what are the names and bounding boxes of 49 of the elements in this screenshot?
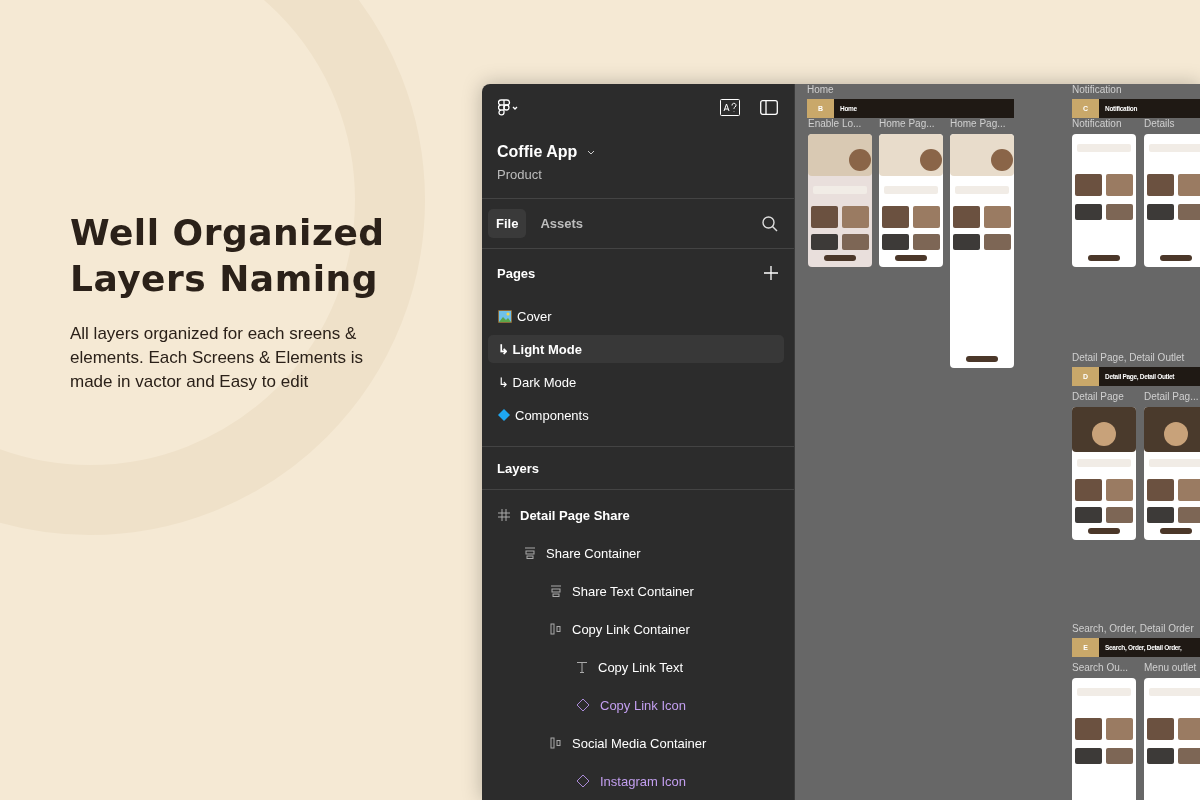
layer-item[interactable]: Copy Link Icon (482, 686, 794, 724)
page-item[interactable]: ↳ Light Mode (488, 335, 784, 364)
vertical-stack-icon (550, 585, 562, 597)
file-name: Coffie App (497, 143, 578, 162)
section-label: Notification (1072, 84, 1122, 95)
chevron-down-icon[interactable] (587, 149, 596, 155)
search-icon[interactable] (762, 215, 778, 232)
section-label: Search, Order, Detail Order (1072, 623, 1194, 634)
frame-label: Menu outlet (1144, 662, 1197, 673)
layer-item[interactable]: Social Media Container (482, 724, 794, 762)
hero-title: Well Organized Layers Naming (70, 211, 386, 301)
component-icon (498, 409, 510, 422)
picture-icon (498, 309, 512, 323)
frame-icon (498, 509, 510, 521)
diamond-icon (576, 698, 590, 712)
sidebar-tab[interactable]: File (488, 209, 527, 239)
frame-label: Search Ou... (1072, 662, 1129, 673)
sidebar-toggle-icon[interactable] (760, 100, 778, 116)
layer-item[interactable]: Copy Link Text (482, 648, 794, 686)
frame-label: Home Pag... (950, 118, 1006, 129)
layer-item[interactable]: Share Container (482, 534, 794, 572)
horizontal-stack-icon (550, 737, 562, 749)
layer-item[interactable]: Copy Link Container (482, 610, 794, 648)
logo-icon[interactable] (498, 98, 520, 117)
diamond-icon (576, 774, 590, 788)
section-label: Detail Page, Detail Outlet (1072, 352, 1185, 363)
frame-label: Notification (1072, 118, 1122, 129)
frame-label: Enable Lo... (808, 118, 862, 129)
layer-item[interactable]: Detail Page Share (482, 496, 794, 534)
horizontal-stack-icon (550, 623, 562, 635)
font-icon[interactable] (720, 99, 740, 117)
pages-heading: Pages (497, 265, 536, 281)
page-item[interactable]: Components (488, 401, 784, 430)
frame-label: Detail Pag... (1144, 391, 1199, 402)
frame-label: Detail Page (1072, 391, 1124, 402)
layer-item[interactable]: Instagram Icon (482, 762, 794, 800)
frame-label: Home Pag... (879, 118, 935, 129)
team-name: Product (497, 167, 543, 183)
layers-heading: Layers (497, 460, 539, 476)
vertical-stack-icon (524, 547, 536, 559)
page-item[interactable]: ↳ Dark Mode (488, 368, 784, 397)
frame-label: Details (1144, 118, 1175, 129)
hero-description: All layers organized for each sreens & elements. Each Screens & Elements is made in vactor and Easy to edit (70, 323, 364, 393)
text-icon (576, 661, 588, 673)
section-label: Home (807, 84, 834, 95)
sidebar-tab[interactable]: Assets (532, 209, 592, 239)
plus-icon[interactable] (764, 266, 778, 281)
layer-item[interactable]: Share Text Container (482, 572, 794, 610)
page-item[interactable]: Cover (488, 302, 784, 331)
